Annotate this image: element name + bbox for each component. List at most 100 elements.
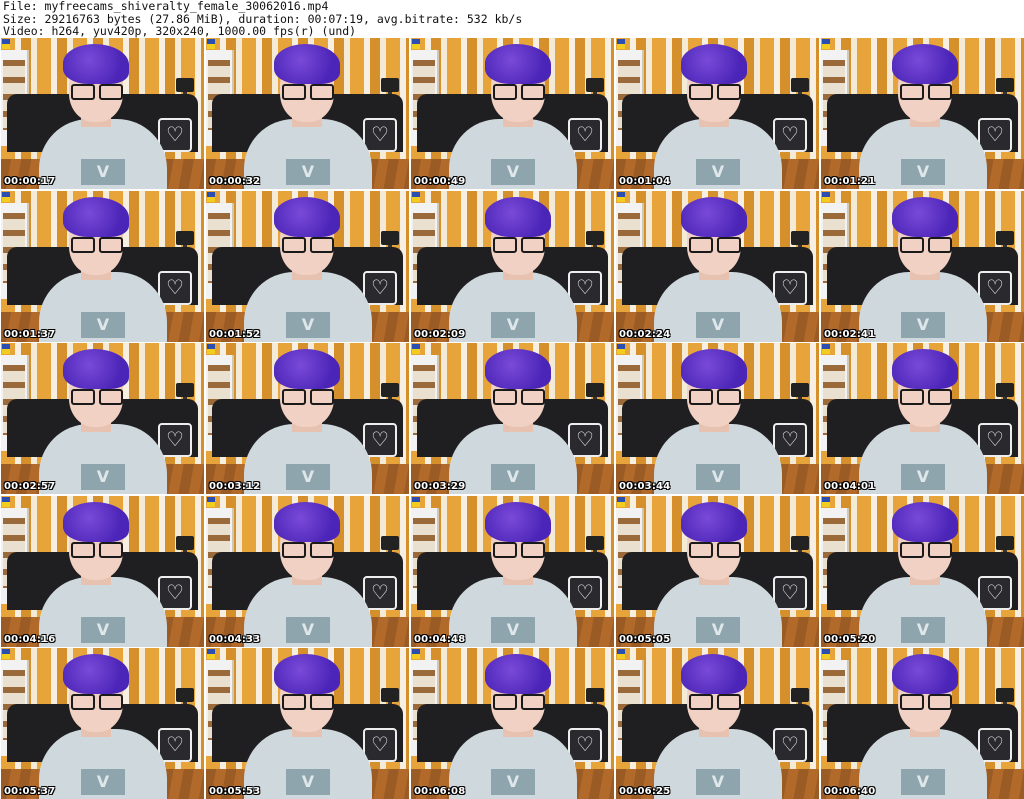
purple-hair xyxy=(274,44,340,84)
heart-pillow-icon xyxy=(978,423,1012,457)
glasses-icon xyxy=(282,541,334,558)
thumbnail-timestamp: 00:05:05 xyxy=(619,633,671,645)
purple-hair xyxy=(681,654,747,694)
thumbnail-timestamp: 00:00:32 xyxy=(209,176,261,187)
thumbnail-timestamp: 00:02:57 xyxy=(4,481,56,492)
purple-hair xyxy=(274,501,340,542)
flag-image xyxy=(412,496,420,507)
heart-pillow-icon xyxy=(978,728,1012,762)
heart-pillow-icon xyxy=(158,728,192,762)
purple-hair xyxy=(485,501,551,542)
flag-image xyxy=(822,191,830,202)
shirt xyxy=(39,424,167,494)
lamp xyxy=(586,78,604,132)
purple-hair xyxy=(63,196,129,237)
thumbnail-timestamp: 00:06:40 xyxy=(824,786,876,797)
shirt xyxy=(244,119,372,189)
lamp xyxy=(381,535,399,590)
shirt xyxy=(449,271,577,342)
video-thumbnail: 00:04:01 xyxy=(821,343,1024,494)
shirt xyxy=(39,271,167,342)
video-thumbnail: 00:02:24 xyxy=(616,190,819,342)
video-thumbnail: 00:02:57 xyxy=(1,343,204,494)
heart-pillow-icon xyxy=(773,423,807,457)
purple-hair xyxy=(485,196,551,237)
shirt xyxy=(449,729,577,799)
thumbnail-timestamp: 00:06:25 xyxy=(619,786,671,797)
shirt xyxy=(654,119,782,189)
lamp xyxy=(586,383,604,437)
flag-image xyxy=(617,191,625,202)
purple-hair xyxy=(63,654,129,694)
video-thumbnail: 00:01:52 xyxy=(206,190,409,342)
shirt xyxy=(244,271,372,342)
heart-pillow-icon xyxy=(773,118,807,152)
glasses-icon xyxy=(71,236,123,253)
heart-pillow-icon xyxy=(158,423,192,457)
file-name-line: File: myfreecams_shiveralty_female_30062… xyxy=(3,0,329,13)
video-thumbnail: 00:06:08 xyxy=(411,648,614,799)
heart-pillow-icon xyxy=(158,270,192,305)
shirt xyxy=(859,729,987,799)
glasses-icon xyxy=(493,541,545,558)
thumbnail-timestamp: 00:00:17 xyxy=(4,176,56,187)
video-thumbnail: 00:01:21 xyxy=(821,38,1024,189)
flag-image xyxy=(207,39,215,49)
glasses-icon xyxy=(493,694,545,710)
video-thumbnail: 00:06:40 xyxy=(821,648,1024,799)
glasses-icon xyxy=(493,389,545,405)
heart-pillow-icon xyxy=(978,575,1012,610)
heart-pillow-icon xyxy=(568,118,602,152)
glasses-icon xyxy=(689,84,741,100)
video-info-line: Video: h264, yuv420p, 320x240, 1000.00 f… xyxy=(3,24,357,38)
flag-image xyxy=(2,191,10,202)
lamp xyxy=(996,688,1014,742)
heart-pillow-icon xyxy=(158,118,192,152)
video-thumbnail: 00:05:20 xyxy=(821,495,1024,647)
heart-pillow-icon xyxy=(978,270,1012,305)
glasses-icon xyxy=(900,84,952,100)
video-thumbnail: 00:04:16 xyxy=(1,495,204,647)
purple-hair xyxy=(892,196,958,237)
thumbnail-timestamp: 00:05:37 xyxy=(4,786,56,797)
lamp xyxy=(996,535,1014,590)
purple-hair xyxy=(63,349,129,389)
flag-image xyxy=(617,344,625,354)
thumbnail-timestamp: 00:05:53 xyxy=(209,786,261,797)
shirt xyxy=(654,424,782,494)
purple-hair xyxy=(892,654,958,694)
lamp xyxy=(381,383,399,437)
lamp xyxy=(791,383,809,437)
thumbnail-timestamp: 00:02:41 xyxy=(824,328,876,340)
video-thumbnail: 00:00:17 xyxy=(1,38,204,189)
thumbnail-timestamp: 00:01:04 xyxy=(619,176,671,187)
lamp xyxy=(791,78,809,132)
lamp xyxy=(176,230,194,285)
heart-pillow-icon xyxy=(158,575,192,610)
flag-image xyxy=(617,649,625,659)
shirt xyxy=(654,729,782,799)
shirt xyxy=(654,271,782,342)
purple-hair xyxy=(892,349,958,389)
video-thumbnail: 00:01:37 xyxy=(1,190,204,342)
flag-image xyxy=(822,649,830,659)
shirt xyxy=(449,424,577,494)
glasses-icon xyxy=(900,694,952,710)
video-thumbnail: 00:05:53 xyxy=(206,648,409,799)
heart-pillow-icon xyxy=(773,575,807,610)
thumbnail-timestamp: 00:00:49 xyxy=(414,176,466,187)
heart-pillow-icon xyxy=(568,575,602,610)
flag-image xyxy=(2,344,10,354)
purple-hair xyxy=(681,349,747,389)
purple-hair xyxy=(485,349,551,389)
glasses-icon xyxy=(493,236,545,253)
lamp xyxy=(586,535,604,590)
glasses-icon xyxy=(71,389,123,405)
glasses-icon xyxy=(689,541,741,558)
thumbnail-timestamp: 00:04:48 xyxy=(414,633,466,645)
glasses-icon xyxy=(900,541,952,558)
flag-image xyxy=(2,649,10,659)
flag-image xyxy=(207,191,215,202)
lamp xyxy=(176,78,194,132)
flag-image xyxy=(412,649,420,659)
